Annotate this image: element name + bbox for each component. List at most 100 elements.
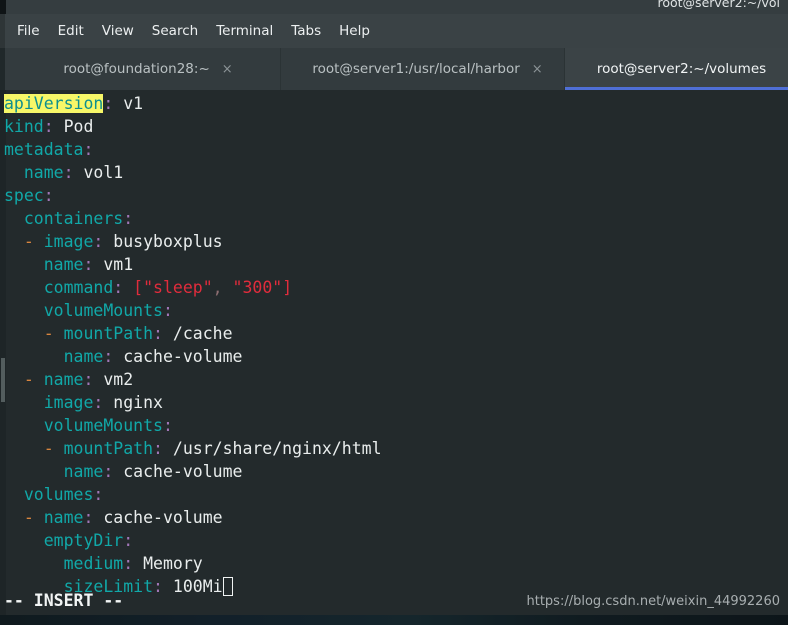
editor-line: emptyDir:: [4, 529, 382, 552]
tab-close-icon[interactable]: ×: [530, 63, 545, 76]
yaml-comma: ,: [212, 278, 223, 297]
yaml-key: metadata: [4, 140, 84, 159]
tab-label: root@server2:~/volumes: [596, 61, 767, 77]
yaml-colon: :: [162, 301, 173, 320]
yaml-colon: :: [103, 94, 114, 113]
editor-line: volumes:: [4, 483, 382, 506]
tab-label: root@server1:/usr/local/harbor: [312, 61, 520, 77]
yaml-key: volumes: [23, 485, 94, 504]
yaml-value: Pod: [63, 117, 94, 136]
editor-line: name: vm1: [4, 253, 382, 276]
yaml-sequence-dash: -: [23, 232, 34, 251]
yaml-value: v1: [123, 94, 144, 113]
yaml-colon: :: [123, 209, 134, 228]
yaml-colon: :: [103, 347, 114, 366]
editor-line: - name: cache-volume: [4, 506, 382, 529]
yaml-value: vm2: [103, 370, 134, 389]
yaml-colon: :: [83, 255, 94, 274]
yaml-key: apiVersion: [4, 94, 104, 113]
yaml-key: name: [43, 370, 84, 389]
yaml-key: mountPath: [63, 324, 154, 343]
yaml-key: containers: [23, 209, 124, 228]
yaml-colon: :: [103, 462, 114, 481]
yaml-flow-sequence: ["sleep", "300"]: [133, 278, 293, 297]
menu-item-terminal[interactable]: Terminal: [207, 21, 282, 41]
yaml-colon: :: [83, 370, 94, 389]
editor-line: image: nginx: [4, 391, 382, 414]
editor-line: name: cache-volume: [4, 460, 382, 483]
yaml-value: cache-volume: [123, 462, 243, 481]
yaml-key: emptyDir: [43, 531, 124, 550]
tab-close-icon[interactable]: ×: [220, 63, 235, 76]
yaml-key: image: [43, 232, 94, 251]
tab-server1-harbor[interactable]: root@server1:/usr/local/harbor ×: [280, 48, 564, 90]
editor-line: apiVersion: v1: [4, 92, 382, 115]
window-title: root@server2:~/vol: [657, 0, 781, 10]
yaml-value: Memory: [143, 554, 203, 573]
editor-line: - mountPath: /cache: [4, 322, 382, 345]
yaml-key: spec: [4, 186, 44, 205]
terminal-content[interactable]: apiVersion: v1 kind: Pod metadata: name: v…: [0, 90, 788, 625]
yaml-value: cache-volume: [103, 508, 223, 527]
editor-line: containers:: [4, 207, 382, 230]
yaml-key: image: [43, 393, 94, 412]
vim-mode-indicator: -- INSERT --: [4, 591, 124, 610]
yaml-sequence-dash: -: [43, 324, 54, 343]
menu-item-help[interactable]: Help: [330, 21, 379, 41]
yaml-sequence-dash: -: [43, 439, 54, 458]
terminal-window: root@server2:~/vol File Edit View Search…: [0, 0, 788, 625]
yaml-value: cache-volume: [123, 347, 243, 366]
yaml-value: busyboxplus: [113, 232, 223, 251]
tab-foundation28[interactable]: root@foundation28:~ ×: [0, 48, 280, 90]
yaml-value: nginx: [113, 393, 163, 412]
yaml-colon: :: [93, 232, 104, 251]
yaml-sequence-dash: -: [23, 508, 34, 527]
editor-line: name: cache-volume: [4, 345, 382, 368]
menu-bar: File Edit View Search Terminal Tabs Help: [0, 14, 788, 48]
editor-line: kind: Pod: [4, 115, 382, 138]
menu-item-view[interactable]: View: [93, 21, 143, 41]
editor-line: metadata:: [4, 138, 382, 161]
yaml-colon: :: [43, 186, 54, 205]
menu-item-edit[interactable]: Edit: [49, 21, 93, 41]
editor-line: name: vol1: [4, 161, 382, 184]
editor-line: volumeMounts:: [4, 414, 382, 437]
editor-line: command: ["sleep", "300"]: [4, 276, 382, 299]
editor-line: medium: Memory: [4, 552, 382, 575]
yaml-colon: :: [153, 439, 163, 458]
yaml-key: volumeMounts: [43, 416, 163, 435]
yaml-key: name: [23, 163, 64, 182]
yaml-key: command: [43, 278, 114, 297]
yaml-colon: :: [123, 554, 134, 573]
yaml-key: name: [43, 255, 84, 274]
editor-line: - mountPath: /usr/share/nginx/html: [4, 437, 382, 460]
editor-line: - image: busyboxplus: [4, 230, 382, 253]
yaml-sequence-dash: -: [23, 370, 34, 389]
yaml-value: vol1: [83, 163, 124, 182]
yaml-colon: :: [83, 508, 94, 527]
menu-item-tabs[interactable]: Tabs: [282, 21, 330, 41]
yaml-key: name: [63, 347, 104, 366]
yaml-value: vm1: [103, 255, 134, 274]
yaml-colon: :: [93, 393, 104, 412]
yaml-key: kind: [4, 117, 44, 136]
yaml-colon: :: [162, 416, 173, 435]
yaml-colon: :: [43, 117, 54, 136]
desktop-edge-strip: [0, 615, 788, 625]
menu-item-file[interactable]: File: [8, 21, 49, 41]
yaml-key: name: [43, 508, 84, 527]
vim-status-line: -- INSERT -- https://blog.csdn.net/weixi…: [0, 591, 788, 615]
titlebar-left-edge: [0, 0, 6, 14]
tab-label: root@foundation28:~: [63, 61, 210, 77]
yaml-key: mountPath: [63, 439, 154, 458]
yaml-colon: :: [63, 163, 74, 182]
editor-line: spec:: [4, 184, 382, 207]
yaml-key: medium: [63, 554, 124, 573]
window-titlebar: root@server2:~/vol: [0, 0, 788, 14]
yaml-value: /cache: [172, 324, 233, 343]
menu-item-search[interactable]: Search: [143, 21, 207, 41]
yaml-editor-buffer[interactable]: apiVersion: v1 kind: Pod metadata: name: v…: [4, 92, 382, 598]
yaml-colon: :: [113, 278, 124, 297]
yaml-colon: :: [93, 485, 104, 504]
tab-server2-volumes[interactable]: root@server2:~/volumes: [564, 48, 788, 90]
